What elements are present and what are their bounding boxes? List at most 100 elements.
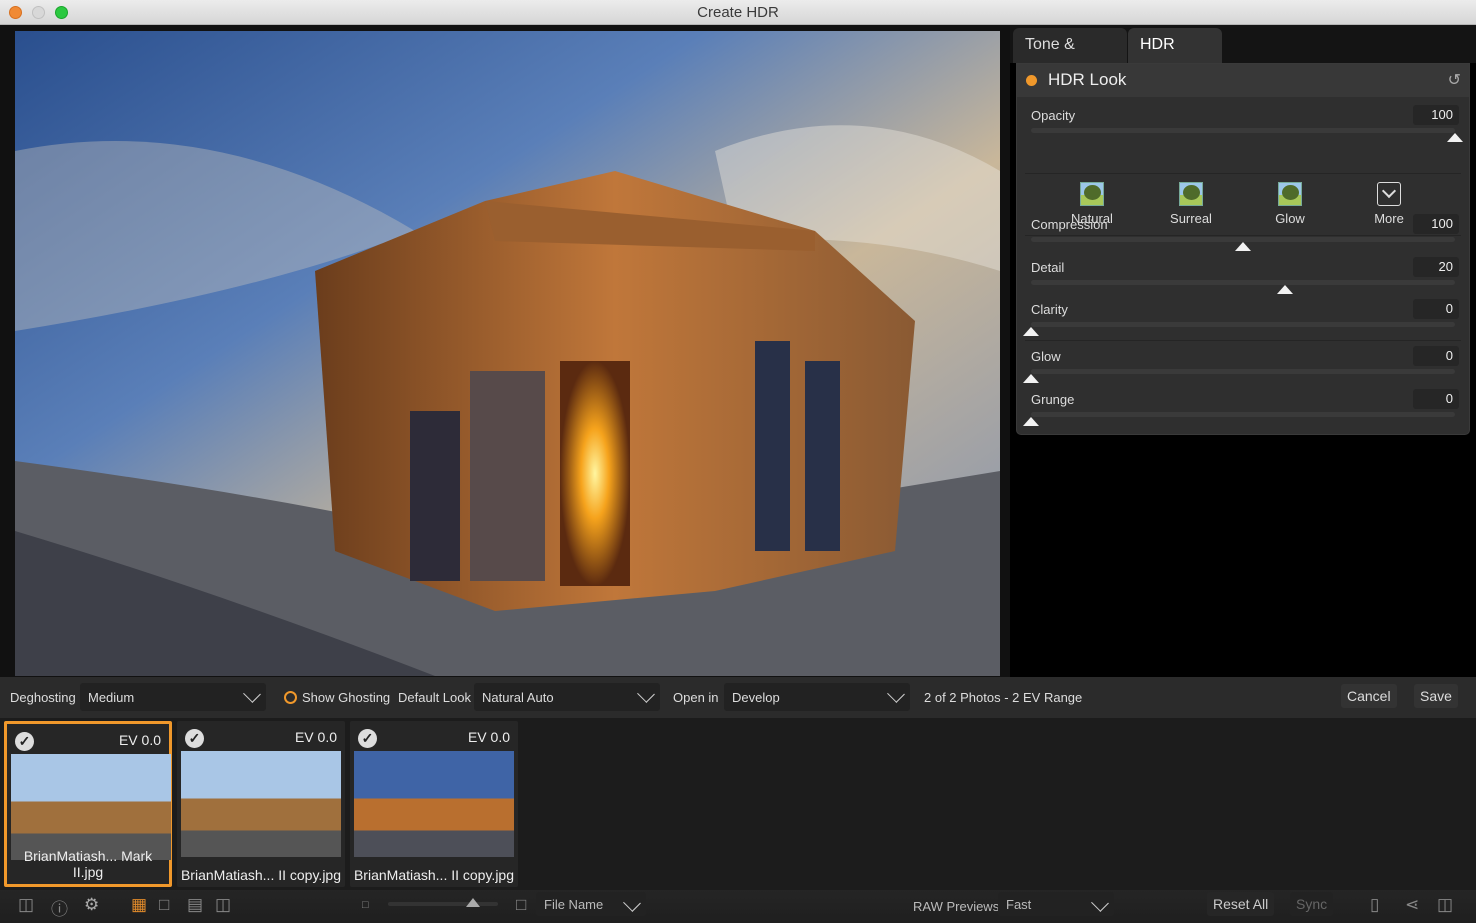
filmstrip-item[interactable]: ✓ EV 0.0 BrianMatiash... II copy.jpg <box>350 721 518 887</box>
slider-label: Clarity <box>1031 302 1068 317</box>
panel-header[interactable]: HDR Look ↺ <box>1017 64 1469 97</box>
chevron-down-icon <box>1091 894 1109 912</box>
open-in-select[interactable]: Develop <box>724 683 910 711</box>
title-bar: Create HDR <box>0 0 1476 25</box>
chevron-down-icon <box>637 685 655 703</box>
photo-thumbnail <box>354 751 514 857</box>
panel-tabs: Tone & Color HDR Look <box>1010 25 1476 87</box>
slider-thumb[interactable] <box>1023 417 1039 426</box>
panel-enabled-dot-icon[interactable] <box>1026 75 1037 86</box>
filmstrip-item[interactable]: ✓ EV 0.0 BrianMatiash... Mark II.jpg <box>4 721 172 887</box>
panel-title: HDR Look <box>1048 70 1127 89</box>
photo-thumbnail <box>11 754 171 860</box>
divider <box>1025 340 1461 341</box>
default-look-label: Default Look <box>398 690 471 705</box>
slider-value-field[interactable]: 0 <box>1413 299 1459 319</box>
file-name: BrianMatiash... II copy.jpg <box>353 867 515 883</box>
slider-value-field[interactable]: 0 <box>1413 389 1459 409</box>
sort-select[interactable]: File Name <box>536 892 646 916</box>
thumbnail-small-icon: □ <box>362 899 369 911</box>
reset-all-button[interactable]: Reset All <box>1207 892 1275 916</box>
slider-value-field[interactable]: 100 <box>1413 214 1459 234</box>
thumbnail-size-slider[interactable] <box>388 902 498 906</box>
chevron-down-icon <box>887 685 905 703</box>
slider-value-field[interactable]: 0 <box>1413 346 1459 366</box>
detail-slider[interactable]: Detail 20 <box>1017 257 1469 302</box>
clarity-slider[interactable]: Clarity 0 <box>1017 299 1469 344</box>
slider-track[interactable] <box>1031 369 1455 374</box>
cancel-button[interactable]: Cancel <box>1341 684 1397 708</box>
tab-hdr-look[interactable]: HDR Look <box>1128 28 1222 87</box>
slider-label: Grunge <box>1031 392 1075 407</box>
reset-panel-icon[interactable]: ↺ <box>1448 70 1461 90</box>
slider-track[interactable] <box>1031 412 1455 417</box>
slider-value-field[interactable]: 20 <box>1413 257 1459 277</box>
status-bar: ◫ ⓘ ⚙ ▦ □ ▤ ◫ □ □ File Name RAW Previews… <box>0 890 1476 923</box>
file-name: BrianMatiash... II copy.jpg <box>180 867 342 883</box>
preview-area <box>0 25 1010 677</box>
filmstrip: ✓ EV 0.0 BrianMatiash... Mark II.jpg ✓ E… <box>0 718 1476 890</box>
sync-button[interactable]: Sync <box>1290 892 1334 916</box>
tree-thumbnail-icon <box>1179 182 1203 206</box>
save-button[interactable]: Save <box>1414 684 1458 708</box>
file-name: BrianMatiash... Mark II.jpg <box>23 848 153 880</box>
ev-value: EV 0.0 <box>467 729 510 745</box>
ev-value: EV 0.0 <box>294 729 337 745</box>
adjustments-panel: Tone & Color HDR Look HDR Look ↺ Opacity… <box>1010 25 1476 677</box>
sidebar-toggle-icon[interactable]: ◫ <box>18 895 34 915</box>
tree-thumbnail-icon <box>1278 182 1302 206</box>
filmstrip-view-icon[interactable]: ▤ <box>187 895 203 915</box>
slider-thumb[interactable] <box>1277 285 1294 294</box>
chevron-down-box-icon <box>1377 182 1401 206</box>
panel-toggle-icon[interactable]: ◫ <box>1437 895 1453 915</box>
ev-value: EV 0.0 <box>118 732 161 748</box>
slider-thumb[interactable] <box>1235 242 1251 251</box>
select-value: Fast <box>1006 897 1032 912</box>
tab-tone-color[interactable]: Tone & Color <box>1013 28 1127 87</box>
checkmark-icon[interactable]: ✓ <box>358 729 377 748</box>
show-ghosting-radio[interactable] <box>284 691 297 704</box>
slider-thumb[interactable] <box>1023 374 1039 383</box>
raw-previews-label: RAW Previews <box>913 899 1000 914</box>
chevron-down-icon <box>623 894 641 912</box>
slider-label: Opacity <box>1031 108 1076 123</box>
hdr-preview-image[interactable] <box>15 31 1000 676</box>
slider-track[interactable] <box>1031 322 1455 327</box>
compare-view-icon[interactable]: ◫ <box>215 895 231 915</box>
open-in-label: Open in <box>673 690 719 705</box>
hdr-options-toolbar: Deghosting Medium Show Ghosting Default … <box>0 677 1476 718</box>
slider-value-field[interactable]: 100 <box>1413 105 1459 125</box>
chevron-down-icon <box>243 685 261 703</box>
compression-slider[interactable]: Compression 100 <box>1017 214 1469 259</box>
slider-label: Glow <box>1031 349 1061 364</box>
hdr-look-panel: HDR Look ↺ Opacity 100 Natural Surreal G… <box>1016 63 1470 435</box>
help-icon[interactable]: ⓘ <box>51 895 68 920</box>
share-icon[interactable]: ⋖ <box>1405 895 1419 915</box>
glow-slider[interactable]: Glow 0 <box>1017 346 1469 391</box>
window-title: Create HDR <box>697 4 779 21</box>
raw-previews-select[interactable]: Fast <box>998 892 1114 916</box>
grid-view-icon[interactable]: ▦ <box>131 895 147 915</box>
gear-icon[interactable]: ⚙ <box>84 895 99 915</box>
select-value: Develop <box>732 690 780 705</box>
opacity-slider[interactable]: Opacity 100 <box>1017 105 1469 150</box>
slider-track[interactable] <box>1031 128 1455 133</box>
grunge-slider[interactable]: Grunge 0 <box>1017 389 1469 434</box>
checkmark-icon[interactable]: ✓ <box>185 729 204 748</box>
info-panel-icon[interactable]: ▯ <box>1370 895 1379 915</box>
deghosting-select[interactable]: Medium <box>80 683 266 711</box>
select-value: Natural Auto <box>482 690 554 705</box>
slider-track[interactable] <box>1031 280 1455 285</box>
filmstrip-item[interactable]: ✓ EV 0.0 BrianMatiash... II copy.jpg <box>177 721 345 887</box>
photo-thumbnail <box>181 751 341 857</box>
slider-label: Detail <box>1031 260 1065 275</box>
checkmark-icon[interactable]: ✓ <box>15 732 34 751</box>
photos-summary: 2 of 2 Photos - 2 EV Range <box>924 690 1083 705</box>
create-hdr-window: Create HDR Tone & HDR HDR Look ↺ Opacity… <box>0 0 1476 923</box>
single-view-icon[interactable]: □ <box>159 895 169 915</box>
slider-thumb[interactable] <box>1447 133 1463 142</box>
show-ghosting-label[interactable]: Show Ghosting <box>302 690 390 705</box>
default-look-select[interactable]: Natural Auto <box>474 683 660 711</box>
slider-thumb[interactable] <box>466 898 480 907</box>
slider-thumb[interactable] <box>1023 327 1039 336</box>
